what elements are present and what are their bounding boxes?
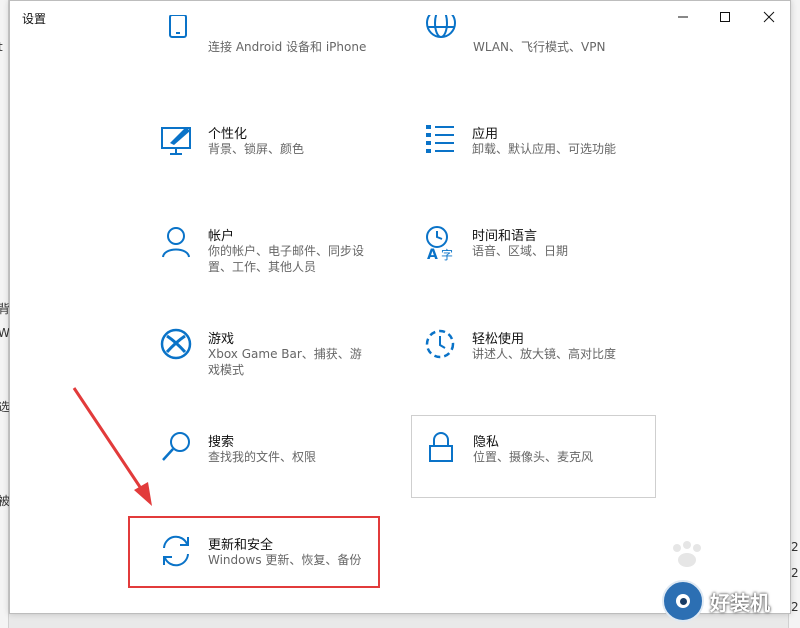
watermark-eye-icon: [662, 580, 704, 622]
tile-phone[interactable]: 连接 Android 设备和 iPhone: [160, 15, 390, 63]
tile-network[interactable]: WLAN、飞行模式、VPN: [425, 15, 655, 63]
minimize-button[interactable]: [660, 1, 706, 33]
title-bar[interactable]: 设置: [10, 1, 790, 33]
bg-char: t: [0, 40, 3, 54]
globe-icon: [426, 15, 456, 38]
xbox-icon: [160, 328, 192, 360]
time-language-icon: A 字: [426, 226, 453, 261]
paw-watermark-icon: [673, 541, 701, 567]
tile-personalization-title: 个性化: [208, 127, 248, 142]
tile-ease-of-access[interactable]: 轻松使用 讲述人、放大镜、高对比度: [424, 328, 654, 388]
tile-ease-of-access-title: 轻松使用: [472, 332, 525, 347]
watermark: 好装机: [662, 574, 800, 628]
tile-apps-title: 应用: [472, 127, 499, 142]
tile-privacy-desc: 位置、摄像头、麦克风: [473, 450, 594, 464]
svg-text:字: 字: [441, 247, 453, 261]
close-button[interactable]: [746, 1, 792, 33]
tile-privacy-title: 隐私: [473, 435, 500, 450]
person-icon: [162, 227, 190, 258]
settings-window: 设置 连接 Android 设备和 iPhone WLAN、飞行模式、VPN 个…: [9, 0, 791, 614]
tile-search-desc: 查找我的文件、权限: [208, 450, 317, 464]
tile-gaming[interactable]: 游戏 Xbox Game Bar、捕获、游戏模式: [160, 328, 390, 388]
lock-icon: [429, 432, 453, 462]
bg-digit: 2: [791, 540, 799, 554]
personalization-icon: [161, 127, 191, 155]
tile-privacy[interactable]: 隐私 位置、摄像头、麦克风: [425, 431, 645, 486]
background-window-left-edge: t 背 W 选 被: [0, 0, 10, 628]
tile-accounts-desc: 你的帐户、电子邮件、同步设置、工作、其他人员: [208, 244, 365, 274]
phone-icon: [169, 15, 187, 38]
tile-time-language[interactable]: A 字 时间和语言 语音、区域、日期: [424, 225, 654, 285]
tile-gaming-title: 游戏: [208, 332, 235, 347]
tile-gaming-desc: Xbox Game Bar、捕获、游戏模式: [208, 347, 362, 377]
tile-accounts-title: 帐户: [208, 229, 235, 244]
close-icon: [763, 11, 775, 23]
svg-text:A: A: [427, 247, 438, 261]
window-title: 设置: [22, 12, 47, 26]
minimize-icon: [678, 16, 688, 18]
highlight-box: [128, 516, 380, 588]
tile-ease-of-access-desc: 讲述人、放大镜、高对比度: [472, 347, 617, 361]
tile-apps-desc: 卸载、默认应用、可选功能: [472, 142, 617, 156]
search-icon: [162, 432, 190, 461]
tile-accounts[interactable]: 帐户 你的帐户、电子邮件、同步设置、工作、其他人员: [160, 225, 390, 285]
watermark-text: 好装机: [710, 590, 770, 615]
tile-personalization-desc: 背景、锁屏、颜色: [208, 142, 305, 156]
ease-of-access-icon: [425, 329, 455, 359]
tile-apps[interactable]: 应用 卸载、默认应用、可选功能: [424, 123, 654, 183]
tile-network-desc: WLAN、飞行模式、VPN: [473, 40, 606, 54]
maximize-icon: [720, 12, 730, 22]
apps-list-icon: [426, 125, 454, 153]
tile-search[interactable]: 搜索 查找我的文件、权限: [160, 431, 390, 491]
tile-time-language-desc: 语音、区域、日期: [472, 244, 569, 258]
tile-time-language-title: 时间和语言: [472, 229, 538, 244]
annotation-arrow-icon: [72, 387, 152, 506]
tile-personalization[interactable]: 个性化 背景、锁屏、颜色: [160, 123, 390, 183]
tile-phone-desc: 连接 Android 设备和 iPhone: [208, 40, 367, 54]
tile-search-title: 搜索: [208, 435, 235, 450]
maximize-button[interactable]: [702, 1, 748, 33]
